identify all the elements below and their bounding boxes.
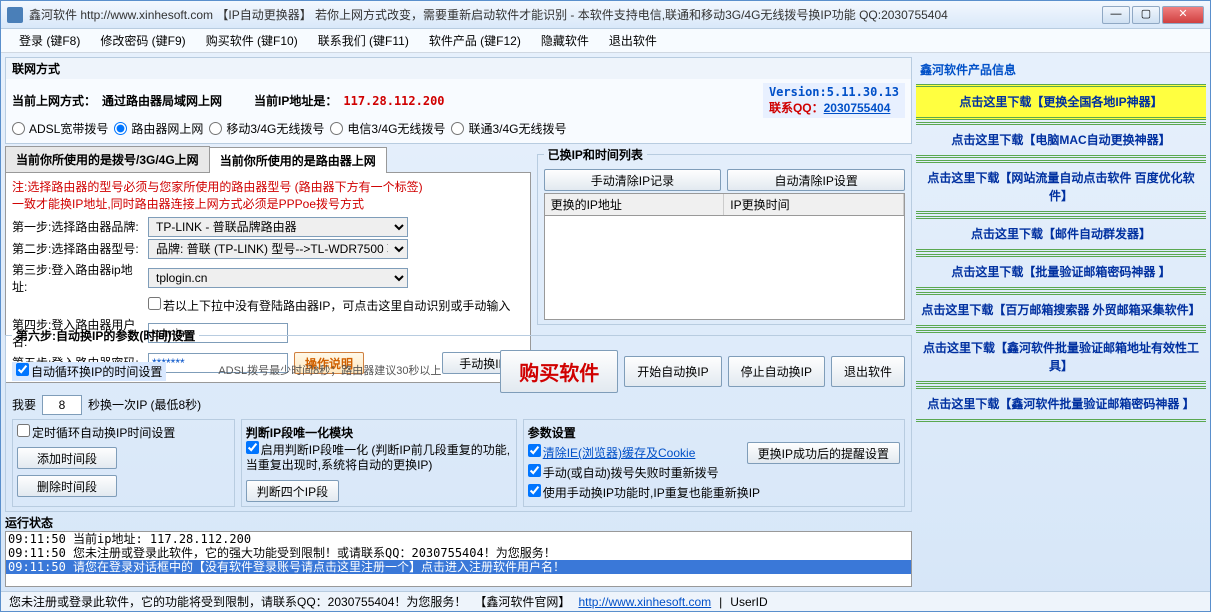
- router-ip-select[interactable]: tplogin.cn: [148, 268, 408, 288]
- minimize-button[interactable]: —: [1102, 6, 1130, 24]
- params-title: 参数设置: [528, 424, 900, 441]
- menu-login[interactable]: 登录 (键F8): [11, 30, 88, 51]
- router-warning: 注:选择路由器的型号必须与您家所使用的路由器型号 (路由器下方有一个标签) 一致…: [12, 179, 524, 213]
- step1-label: 第一步:选择路由器品牌:: [12, 218, 142, 235]
- iplist-title: 已换IP和时间列表: [544, 146, 647, 163]
- menu-hide[interactable]: 隐藏软件: [533, 30, 597, 51]
- judge-enable-check[interactable]: 启用判断IP段唯一化 (判断IP前几段重复的功能,当重复出现时,系统将自动的更换…: [246, 441, 512, 474]
- tab-dialup[interactable]: 当前你所使用的是拨号/3G/4G上网: [5, 146, 210, 172]
- sec-tail: 秒换一次IP (最低8秒): [88, 396, 201, 413]
- radio-router[interactable]: 路由器网上网: [114, 120, 203, 137]
- status-message: 您未注册或登录此软件，它的功能将受到限制，请联系QQ：2030755404！为您…: [9, 593, 466, 610]
- promo-header: 鑫河软件产品信息: [916, 57, 1206, 82]
- window-title: 鑫河软件 http://www.xinhesoft.com 【IP自动更换器】 …: [29, 6, 1102, 23]
- titlebar: 鑫河软件 http://www.xinhesoft.com 【IP自动更换器】 …: [1, 1, 1210, 29]
- step2-label: 第二步:选择路由器型号:: [12, 240, 142, 257]
- status-userid: UserID: [730, 595, 767, 609]
- adsl-note: ADSL拨号最少时间8秒；路由器建议30秒以上: [218, 365, 441, 377]
- promo-item[interactable]: 点击这里下载【鑫河软件批量验证邮箱密码神器 】: [916, 386, 1206, 422]
- radio-unicom[interactable]: 联通3/4G无线拨号: [451, 120, 566, 137]
- version-label: Version:: [769, 85, 827, 99]
- version-value: 5.11.30.13: [827, 85, 899, 99]
- ip-history-table[interactable]: 更换的IP地址 IP更换时间: [544, 193, 905, 320]
- promo-item[interactable]: 点击这里下载【邮件自动群发器】: [916, 216, 1206, 252]
- maximize-button[interactable]: ▢: [1132, 6, 1160, 24]
- judge-4seg-button[interactable]: 判断四个IP段: [246, 480, 339, 502]
- current-mode-label: 当前上网方式：: [12, 92, 96, 109]
- promo-item[interactable]: 点击这里下载【批量验证邮箱密码神器 】: [916, 254, 1206, 290]
- menu-buy[interactable]: 购买软件 (键F10): [198, 30, 306, 51]
- radio-adsl[interactable]: ADSL宽带拨号: [12, 120, 108, 137]
- del-timeslot-button[interactable]: 删除时间段: [17, 475, 117, 497]
- log-title: 运行状态: [5, 514, 912, 531]
- auto-detect-ip-check[interactable]: 若以上下拉中没有登陆路由器IP，可点击这里自动识别或手动输入: [148, 297, 510, 314]
- statusbar: 您未注册或登录此软件，它的功能将受到限制，请联系QQ：2030755404！为您…: [1, 591, 1210, 611]
- log-list[interactable]: 09:11:50 当前ip地址: 117.28.112.200 09:11:50…: [5, 531, 912, 587]
- auto-clear-ip-button[interactable]: 自动清除IP设置: [727, 169, 905, 191]
- interval-input[interactable]: [42, 395, 82, 415]
- network-mode-title: 联网方式: [6, 58, 911, 79]
- log-line: 09:11:50 当前ip地址: 117.28.112.200: [6, 532, 911, 546]
- promo-item[interactable]: 点击这里下载【网站流量自动点击软件 百度优化软件】: [916, 160, 1206, 214]
- dup-ip-check[interactable]: 使用手动换IP功能时,IP重复也能重新换IP: [528, 484, 900, 501]
- step6-title: 第六步:自动换IP的参数(时间)设置: [12, 327, 199, 344]
- menu-exit[interactable]: 退出软件: [601, 30, 665, 51]
- timer-loop-check[interactable]: 定时循环自动换IP时间设置: [17, 426, 175, 440]
- status-site-label: 【鑫河软件官网】: [474, 593, 570, 610]
- current-ip-label: 当前IP地址是：: [254, 92, 337, 109]
- start-auto-button[interactable]: 开始自动换IP: [624, 356, 721, 387]
- exit-software-button[interactable]: 退出软件: [831, 356, 905, 387]
- step3-label: 第三步:登入路由器ip地址:: [12, 261, 142, 295]
- judge-title: 判断IP段唯一化模块: [246, 424, 512, 441]
- radio-telecom[interactable]: 电信3/4G无线拨号: [330, 120, 445, 137]
- config-tabs: 当前你所使用的是拨号/3G/4G上网 当前你所使用的是路由器上网: [5, 146, 531, 173]
- contact-qq[interactable]: 2030755404: [824, 101, 891, 115]
- promo-list: 点击这里下载【更换全国各地IP神器】 点击这里下载【电脑MAC自动更换神器】 点…: [916, 84, 1206, 422]
- add-timeslot-button[interactable]: 添加时间段: [17, 447, 117, 469]
- iwant-label: 我要: [12, 396, 36, 413]
- current-mode-value: 通过路由器局域网上网: [102, 92, 222, 109]
- promo-item[interactable]: 点击这里下载【鑫河软件批量验证邮箱地址有效性工具】: [916, 330, 1206, 384]
- menu-changepw[interactable]: 修改密码 (键F9): [92, 30, 193, 51]
- close-button[interactable]: ✕: [1162, 6, 1204, 24]
- menu-products[interactable]: 软件产品 (键F12): [421, 30, 529, 51]
- promo-item[interactable]: 点击这里下载【百万邮箱搜索器 外贸邮箱采集软件】: [916, 292, 1206, 328]
- contact-label: 联系QQ：: [769, 101, 824, 115]
- network-mode-group: 联网方式 当前上网方式： 通过路由器局域网上网 当前IP地址是： 117.28.…: [5, 57, 912, 144]
- menubar: 登录 (键F8) 修改密码 (键F9) 购买软件 (键F10) 联系我们 (键F…: [1, 29, 1210, 53]
- auto-loop-check[interactable]: 自动循环换IP的时间设置: [12, 362, 166, 381]
- log-line-selected[interactable]: 09:11:50 请您在登录对话框中的【没有软件登录账号请点击这里注册一个】点击…: [6, 560, 911, 574]
- router-model-select[interactable]: 品牌: 普联 (TP-LINK) 型号-->TL-WDR7500 软件版本: 3…: [148, 239, 408, 259]
- log-line: 09:11:50 您未注册或登录此软件，它的强大功能受到限制！或请联系QQ：20…: [6, 546, 911, 560]
- status-site-link[interactable]: http://www.xinhesoft.com: [578, 595, 711, 609]
- clear-ip-button[interactable]: 手动清除IP记录: [544, 169, 722, 191]
- promo-item[interactable]: 点击这里下载【更换全国各地IP神器】: [916, 84, 1206, 120]
- redial-fail-check[interactable]: 手动(或自动)拨号失败时重新拨号: [528, 464, 900, 481]
- stop-auto-button[interactable]: 停止自动换IP: [728, 356, 825, 387]
- app-icon: [7, 7, 23, 23]
- promo-item[interactable]: 点击这里下载【电脑MAC自动更换神器】: [916, 122, 1206, 158]
- radio-mobile[interactable]: 移动3/4G无线拨号: [209, 120, 324, 137]
- current-ip-value: 117.28.112.200: [343, 94, 444, 108]
- col-ip: 更换的IP地址: [545, 194, 725, 215]
- router-brand-select[interactable]: TP-LINK - 普联品牌路由器: [148, 217, 408, 237]
- step6-group: 第六步:自动换IP的参数(时间)设置 自动循环换IP的时间设置 ADSL拨号最少…: [5, 327, 912, 512]
- notify-settings-button[interactable]: 更换IP成功后的提醒设置: [747, 442, 900, 464]
- status-sep: |: [719, 595, 722, 609]
- tab-router[interactable]: 当前你所使用的是路由器上网: [209, 147, 387, 173]
- menu-contact[interactable]: 联系我们 (键F11): [310, 30, 417, 51]
- buy-software-button[interactable]: 购买软件: [500, 350, 618, 393]
- col-time: IP更换时间: [724, 194, 904, 215]
